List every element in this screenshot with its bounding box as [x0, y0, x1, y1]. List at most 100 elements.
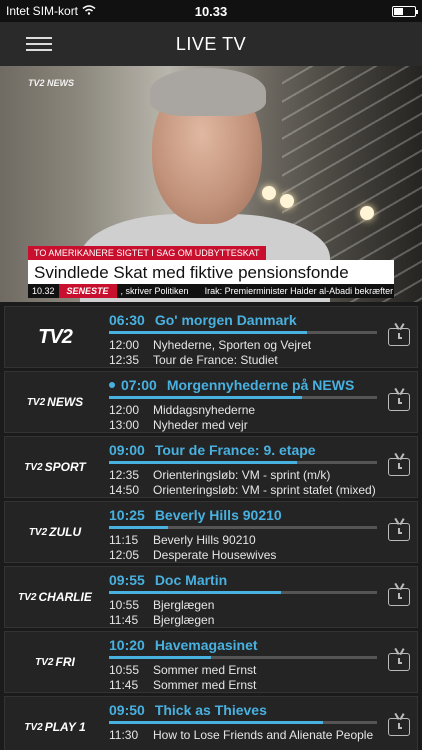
page-title: LIVE TV [175, 33, 247, 54]
upcoming-title: Sommer med Ernst [153, 663, 257, 677]
channel-logo-brand: TV2 [18, 591, 37, 603]
ticker-label: SENESTE [58, 284, 117, 298]
now-playing: 09:00 Tour de France: 9. etape [109, 441, 377, 459]
schedule-button[interactable] [381, 437, 417, 497]
program-info: 10:20 Havemagasinet 10:55 Sommer med Ernst 1… [105, 632, 381, 692]
channel-logo: TV2 CHARLIE [5, 567, 105, 627]
now-time: 09:50 [109, 702, 145, 718]
program-progress [109, 396, 377, 399]
upcoming-title: How to Lose Friends and Alienate People [153, 728, 374, 742]
schedule-button[interactable] [381, 567, 417, 627]
channel-logo-brand: TV2 [28, 526, 48, 538]
schedule-button[interactable] [381, 502, 417, 562]
presenter-hair [150, 68, 266, 116]
channel-bug: TV2 NEWS [28, 78, 75, 88]
ticker-item: , skriver Politiken [120, 286, 189, 296]
channel-logo-sub: SPORT [44, 460, 86, 474]
upcoming-program: 11:45 Sommer med Ernst [109, 678, 377, 693]
lamp [262, 186, 276, 200]
video-player[interactable]: TV2 NEWS TO AMERIKANERE SIGTET I SAG OM … [0, 66, 422, 302]
channel-row[interactable]: TV2 PLAY 1 09:50 Thick as Thieves 11:30 How t… [4, 696, 418, 750]
channel-row[interactable]: TV2 FRI 10:20 Havemagasinet 10:55 Sommer med … [4, 631, 418, 693]
ticker-headline: Svindlede Skat med fiktive pensionsfonde [28, 260, 394, 286]
channel-logo: TV2 SPORT [5, 437, 105, 497]
upcoming-time: 11:45 [109, 678, 139, 692]
now-title: Morgennyhederne på NEWS [166, 377, 355, 393]
now-title: Go' morgen Danmark [154, 312, 297, 328]
channel-logo: TV2 NEWS [5, 372, 105, 432]
live-dot-icon [109, 382, 115, 388]
channel-row[interactable]: TV2 06:30 Go' morgen Danmark 12:00 Nyhederne… [4, 306, 418, 368]
program-progress [109, 331, 377, 334]
upcoming-time: 11:45 [109, 613, 139, 627]
ticker-time: 10.32 [32, 286, 55, 296]
upcoming-title: Desperate Housewives [153, 548, 277, 562]
now-time: 10:20 [109, 637, 145, 653]
channel-row[interactable]: TV2 CHARLIE 09:55 Doc Martin 10:55 Bjerglægen… [4, 566, 418, 628]
now-time: 07:00 [121, 377, 157, 393]
channel-logo-brand: TV2 [35, 656, 54, 668]
now-title: Doc Martin [154, 572, 228, 588]
upcoming-title: Sommer med Ernst [153, 678, 257, 692]
program-info: 09:50 Thick as Thieves 11:30 How to Lose Fr… [105, 697, 381, 750]
upcoming-program: 11:45 Bjerglægen [109, 613, 377, 628]
program-progress-fill [109, 331, 308, 334]
tv-clock-icon [388, 328, 410, 346]
upcoming-title: Orienteringsløb: VM - sprint stafet (mix… [153, 483, 376, 497]
now-time: 10:25 [109, 507, 145, 523]
program-progress [109, 721, 377, 724]
now-title: Havemagasinet [154, 637, 258, 653]
schedule-button[interactable] [381, 632, 417, 692]
channel-row[interactable]: TV2 ZULU 10:25 Beverly Hills 90210 11:15 Beve… [4, 501, 418, 563]
program-info: 09:00 Tour de France: 9. etape 12:35 Orient… [105, 437, 381, 497]
schedule-button[interactable] [381, 697, 417, 750]
upcoming-time: 12:05 [109, 548, 140, 562]
now-time: 06:30 [109, 312, 145, 328]
upcoming-title: Bjerglægen [153, 613, 215, 627]
upcoming-program: 11:30 How to Lose Friends and Alienate Pe… [109, 728, 377, 743]
program-progress-fill [109, 591, 281, 594]
upcoming-title: Nyheder med vejr [153, 418, 248, 432]
schedule-button[interactable] [381, 307, 417, 367]
lamp [360, 206, 374, 220]
program-progress-fill [109, 721, 324, 724]
channel-logo-sub: PLAY 1 [44, 720, 86, 734]
channel-logo: TV2 FRI [5, 632, 105, 692]
channel-row[interactable]: TV2 SPORT 09:00 Tour de France: 9. etape 12:… [4, 436, 418, 498]
battery-icon [392, 5, 418, 17]
upcoming-title: Orienteringsløb: VM - sprint (m/k) [153, 468, 331, 482]
tv-clock-icon [388, 458, 410, 476]
channel-logo-brand: TV2 [24, 721, 43, 733]
now-playing: 10:20 Havemagasinet [109, 636, 377, 654]
menu-button[interactable] [26, 37, 52, 51]
now-title: Thick as Thieves [154, 702, 267, 718]
program-progress-fill [109, 396, 302, 399]
upcoming-program: 11:15 Beverly Hills 90210 [109, 533, 377, 548]
upcoming-time: 12:35 [109, 353, 140, 367]
upcoming-time: 10:55 [109, 598, 140, 612]
upcoming-program: 12:00 Middagsnyhederne [109, 403, 377, 418]
channel-logo-brand: TV2 [38, 325, 73, 348]
schedule-button[interactable] [381, 372, 417, 432]
channel-logo-sub: CHARLIE [38, 590, 92, 604]
upcoming-program: 10:55 Bjerglægen [109, 598, 377, 613]
upcoming-program: 12:00 Nyhederne, Sporten og Vejret [109, 338, 377, 353]
channel-logo-brand: TV2 [24, 461, 43, 473]
upcoming-program: 10:55 Sommer med Ernst [109, 663, 377, 678]
hamburger-icon [26, 37, 52, 39]
upcoming-title: Nyhederne, Sporten og Vejret [153, 338, 312, 352]
upcoming-time: 14:50 [109, 483, 140, 497]
channel-row[interactable]: TV2 NEWS 07:00 Morgennyhederne på NEWS 12:00… [4, 371, 418, 433]
ticker-crawl: 10.32 SENESTE , skriver Politiken Irak: … [28, 284, 394, 298]
program-info: 07:00 Morgennyhederne på NEWS 12:00 Middags… [105, 372, 381, 432]
upcoming-program: 13:00 Nyheder med vejr [109, 418, 377, 433]
channel-logo: TV2 PLAY 1 [5, 697, 105, 750]
upcoming-program: 14:50 Orienteringsløb: VM - sprint stafet… [109, 483, 377, 498]
upcoming-time: 12:00 [109, 403, 140, 417]
program-progress [109, 461, 377, 464]
program-progress-fill [109, 461, 297, 464]
tv-clock-icon [388, 653, 410, 671]
channel-logo-brand: TV2 [26, 396, 46, 408]
tv-clock-icon [388, 523, 410, 541]
lamp [280, 194, 294, 208]
